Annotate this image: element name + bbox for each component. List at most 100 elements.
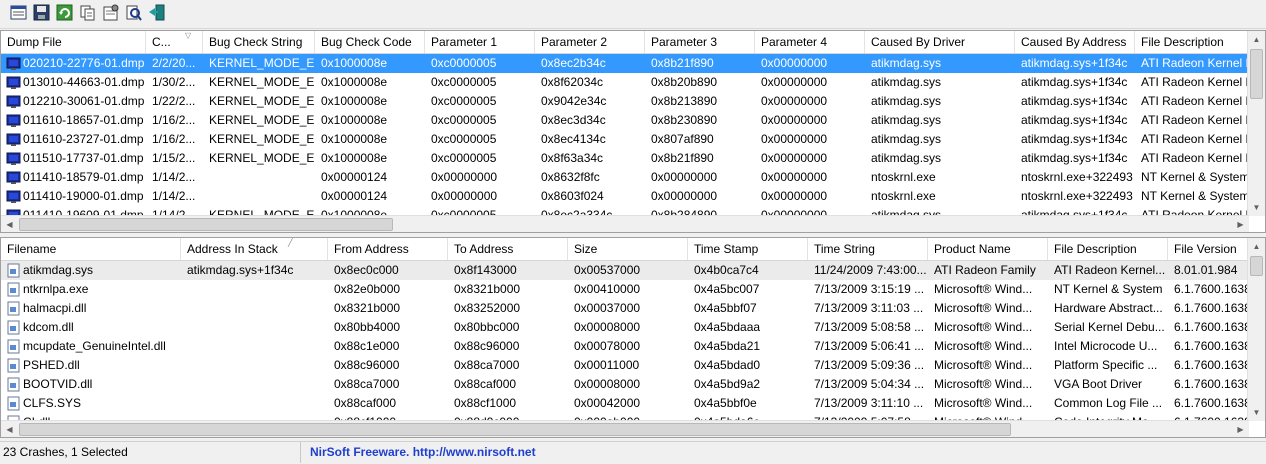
table-cell: 0x00037000 bbox=[574, 301, 641, 315]
table-cell: ATI Radeon Kernel M bbox=[1141, 75, 1249, 89]
col-parameter-2[interactable]: Parameter 2 bbox=[535, 31, 645, 53]
table-row[interactable]: 011410-18579-01.dmp 1/14/2... 0x00000124 0x… bbox=[1, 168, 1249, 187]
col-bug-check-code[interactable]: Bug Check Code bbox=[315, 31, 425, 53]
table-cell: 0x4a5bda21 bbox=[694, 339, 761, 353]
table-cell bbox=[181, 318, 328, 337]
table-cell: 0x82e0b000 bbox=[334, 282, 401, 296]
table-row[interactable]: 011410-19000-01.dmp 1/14/2... 0x00000124 0x… bbox=[1, 187, 1249, 206]
table-row[interactable]: 011610-18657-01.dmp 1/16/2... KERNEL_MODE_… bbox=[1, 111, 1249, 130]
exit-icon[interactable] bbox=[148, 4, 166, 22]
table-row[interactable]: mcupdate_GenuineIntel.dll 0x88c1e000 0x88c… bbox=[1, 337, 1249, 356]
table-cell: 0x4b0ca7c4 bbox=[694, 263, 759, 277]
table-cell: 7/13/2009 5:04:34 ... bbox=[814, 377, 925, 391]
table-cell: 1/14/2... bbox=[152, 170, 196, 184]
col-product-name[interactable]: Product Name bbox=[928, 238, 1048, 260]
crash-list-vscroll[interactable]: ▲ ▼ bbox=[1247, 31, 1265, 216]
col-parameter-3[interactable]: Parameter 3 bbox=[645, 31, 755, 53]
col-filename[interactable]: Filename bbox=[1, 238, 181, 260]
col-parameter-4[interactable]: Parameter 4 bbox=[755, 31, 865, 53]
table-cell: 0x88ca7000 bbox=[334, 377, 400, 391]
scroll-left-icon[interactable]: ◀ bbox=[1, 216, 18, 232]
table-row[interactable]: halmacpi.dll 0x8321b000 0x83252000 0x000370… bbox=[1, 299, 1249, 318]
table-cell: 0x00078000 bbox=[574, 339, 641, 353]
table-cell: 0x8f63a34c bbox=[541, 151, 604, 165]
table-row[interactable]: 011610-23727-01.dmp 1/16/2... KERNEL_MODE_… bbox=[1, 130, 1249, 149]
col-caused-by-driver[interactable]: Caused By Driver bbox=[865, 31, 1015, 53]
col-time-string[interactable]: Time String bbox=[808, 238, 928, 260]
table-cell: 0x00000000 bbox=[761, 132, 828, 146]
table-cell: 6.1.7600.16385 bbox=[1174, 301, 1249, 315]
table-cell: 0x4a5bbf07 bbox=[694, 301, 757, 315]
properties-icon[interactable] bbox=[102, 4, 120, 22]
find-icon[interactable] bbox=[125, 4, 143, 22]
copy-icon[interactable] bbox=[79, 4, 97, 22]
table-row[interactable]: 012210-30061-01.dmp 1/22/2... KERNEL_MODE_… bbox=[1, 92, 1249, 111]
table-cell: Intel Microcode U... bbox=[1054, 339, 1158, 353]
table-cell: 020210-22776-01.dmp bbox=[23, 56, 145, 70]
table-cell: 0x88caf000 bbox=[454, 377, 517, 391]
table-cell: 0x8632f8fc bbox=[541, 170, 600, 184]
col-caused-by-address[interactable]: Caused By Address bbox=[1015, 31, 1135, 53]
scroll-thumb[interactable] bbox=[19, 218, 393, 231]
table-cell: 1/14/2... bbox=[152, 189, 196, 203]
table-row[interactable]: 020210-22776-01.dmp 2/2/20... KERNEL_MODE_… bbox=[1, 54, 1249, 73]
table-cell: 0x00000000 bbox=[651, 170, 718, 184]
col-file-description[interactable]: File Description bbox=[1048, 238, 1168, 260]
scroll-right-icon[interactable]: ▶ bbox=[1232, 216, 1249, 232]
col-dump-file[interactable]: Dump File bbox=[1, 31, 146, 53]
table-row[interactable]: kdcom.dll 0x80bb4000 0x80bbc000 0x00008000 0… bbox=[1, 318, 1249, 337]
col-bug-check-string[interactable]: Bug Check String bbox=[203, 31, 315, 53]
scroll-thumb[interactable] bbox=[1250, 49, 1263, 99]
scroll-up-icon[interactable]: ▲ bbox=[1248, 31, 1265, 48]
module-list-hscroll[interactable]: ◀ ▶ bbox=[1, 420, 1249, 437]
table-cell: 0x00000000 bbox=[761, 113, 828, 127]
table-row[interactable]: PSHED.dll 0x88c96000 0x88ca7000 0x00011000 0… bbox=[1, 356, 1249, 375]
table-cell: 1/16/2... bbox=[152, 113, 196, 127]
table-cell bbox=[181, 394, 328, 413]
refresh-icon[interactable] bbox=[56, 4, 74, 22]
scroll-up-icon[interactable]: ▲ bbox=[1248, 238, 1265, 255]
scroll-down-icon[interactable]: ▼ bbox=[1248, 199, 1265, 216]
crash-list-hscroll[interactable]: ◀ ▶ bbox=[1, 215, 1249, 232]
col-time-stamp[interactable]: Time Stamp bbox=[688, 238, 808, 260]
table-row[interactable]: atikmdag.sys atikmdag.sys+1f34c 0x8ec0c000… bbox=[1, 261, 1249, 280]
scroll-right-icon[interactable]: ▶ bbox=[1232, 421, 1249, 437]
table-cell: atikmdag.sys+1f34c bbox=[1021, 75, 1128, 89]
col-address-in-stack[interactable]: Address In Stack bbox=[181, 238, 328, 260]
table-row[interactable]: 011510-17737-01.dmp 1/15/2... KERNEL_MODE_… bbox=[1, 149, 1249, 168]
table-cell: 0x8ec2b34c bbox=[541, 56, 606, 70]
scroll-left-icon[interactable]: ◀ bbox=[1, 421, 18, 437]
table-cell: Microsoft® Wind... bbox=[934, 339, 1033, 353]
col-from-address[interactable]: From Address bbox=[328, 238, 448, 260]
table-row[interactable]: BOOTVID.dll 0x88ca7000 0x88caf000 0x0000800… bbox=[1, 375, 1249, 394]
col-to-address[interactable]: To Address bbox=[448, 238, 568, 260]
table-cell: atikmdag.sys+1f34c bbox=[1021, 113, 1128, 127]
table-row[interactable]: CLFS.SYS 0x88caf000 0x88cf1000 0x00042000 0x… bbox=[1, 394, 1249, 413]
nirsoft-link[interactable]: NirSoft Freeware. http://www.nirsoft.net bbox=[310, 442, 536, 463]
col-file-version[interactable]: File Version bbox=[1168, 238, 1249, 260]
table-row[interactable]: 013010-44663-01.dmp 1/30/2... KERNEL_MODE_… bbox=[1, 73, 1249, 92]
scroll-thumb[interactable] bbox=[19, 423, 1011, 436]
table-cell: BOOTVID.dll bbox=[23, 377, 93, 391]
table-row[interactable]: ntkrnlpa.exe 0x82e0b000 0x8321b000 0x004100… bbox=[1, 280, 1249, 299]
scroll-down-icon[interactable]: ▼ bbox=[1248, 404, 1265, 421]
module-list-vscroll[interactable]: ▲ ▼ bbox=[1247, 238, 1265, 421]
table-cell: 0x8f62034c bbox=[541, 75, 604, 89]
table-cell: 0x8321b000 bbox=[454, 282, 521, 296]
table-cell: 013010-44663-01.dmp bbox=[23, 75, 145, 89]
col-crash-time[interactable]: C... bbox=[146, 31, 203, 53]
table-cell: 011610-18657-01.dmp bbox=[23, 113, 144, 127]
html-report-icon[interactable] bbox=[10, 4, 28, 22]
col-file-description[interactable]: File Description bbox=[1135, 31, 1249, 53]
table-cell: 1/22/2... bbox=[152, 94, 196, 108]
table-cell: 0x8b213890 bbox=[651, 94, 718, 108]
col-size[interactable]: Size bbox=[568, 238, 688, 260]
save-icon[interactable] bbox=[33, 4, 51, 22]
status-bar: 23 Crashes, 1 Selected NirSoft Freeware.… bbox=[0, 441, 1266, 464]
table-cell: ATI Radeon Family bbox=[934, 263, 1036, 277]
table-cell: ntoskrnl.exe bbox=[871, 170, 936, 184]
col-parameter-1[interactable]: Parameter 1 bbox=[425, 31, 535, 53]
table-cell: 0x8b21f890 bbox=[651, 151, 714, 165]
scroll-thumb[interactable] bbox=[1250, 256, 1263, 276]
table-cell: KERNEL_MODE_E... bbox=[209, 132, 315, 146]
